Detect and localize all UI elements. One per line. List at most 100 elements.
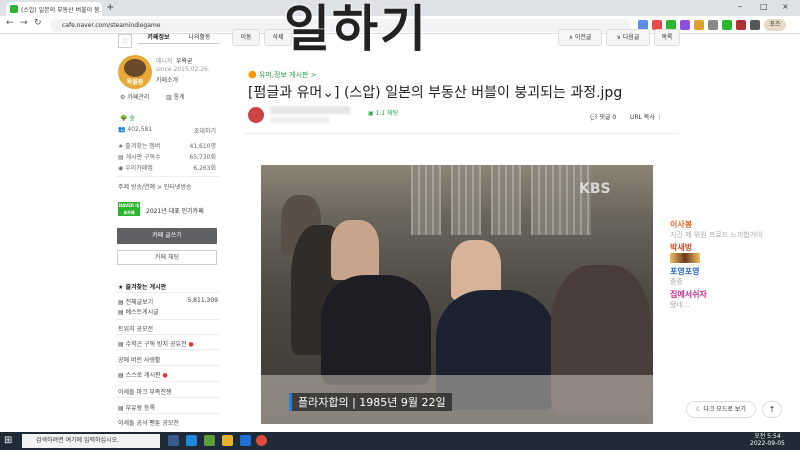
taskbar-search-input[interactable]: 검색하려면 여기에 입력하십시오.: [22, 434, 160, 448]
broadcaster-watermark: KBS: [579, 181, 611, 197]
url-copy-button[interactable]: URL 복사 ⋮: [630, 112, 663, 121]
level-badge: 🌳 숲: [120, 115, 135, 122]
list-button[interactable]: 목록: [654, 29, 680, 46]
sidebar-section[interactable]: 이세돌 마크 부족전쟁: [118, 387, 218, 396]
stats-link[interactable]: ▥ 통계: [166, 92, 185, 101]
clock-date: 2022-09-05: [750, 440, 785, 447]
board-sub-row: ▤ 게시판 구독수 65,730회: [118, 154, 216, 161]
next-post-button[interactable]: ∨ 다음글: [606, 29, 650, 46]
window-background: [531, 165, 591, 235]
sidebar-tabs: 카페정보 나의활동: [138, 30, 220, 44]
sidebar-section[interactable]: 트위치 공모전: [118, 324, 218, 333]
url-copy-label: URL 복사: [630, 114, 655, 121]
divider: [116, 176, 220, 177]
vscode-icon[interactable]: [240, 435, 251, 446]
favorite-count: 41,610명: [189, 143, 216, 150]
chat-icon: ▣: [368, 110, 374, 117]
cafe-chat-button[interactable]: 카페 채팅: [117, 250, 217, 265]
members-count: 402,581: [127, 126, 153, 133]
overlay-title: 일하기: [284, 0, 428, 58]
chart-icon: ▥: [166, 94, 172, 101]
board-breadcrumb[interactable]: 🟠 유머,정보 게시판 >: [248, 70, 317, 80]
tab-title: (스압) 일본의 부동산 버블이 붕...: [21, 6, 102, 14]
sidebar-section[interactable]: ▤ 수학곤 구독 방지 공유전 ●: [118, 339, 218, 348]
star-icon[interactable]: ☆: [118, 34, 132, 48]
minecraft-icon[interactable]: [204, 435, 215, 446]
new-badge-icon: ●: [162, 372, 168, 379]
sidebar-section[interactable]: 이세돌 공식 팬툰 공모전: [118, 418, 218, 427]
browser-tab[interactable]: (스압) 일본의 부동산 버블이 붕... ×: [6, 2, 102, 16]
divider: [116, 349, 220, 350]
board-link-label: 유머,정보 게시판 >: [258, 71, 317, 79]
invite-link[interactable]: 초대하기: [194, 126, 216, 135]
edge-icon[interactable]: [186, 435, 197, 446]
move-button[interactable]: 이동: [232, 29, 260, 46]
file-explorer-icon[interactable]: [222, 435, 233, 446]
divider: [116, 397, 220, 398]
extension-icon[interactable]: [736, 20, 746, 30]
section-title: 부유왕 등록: [125, 405, 156, 412]
comments-label: 댓글: [599, 114, 611, 121]
one-to-one-chat-link[interactable]: ▣ 1:1 채팅: [368, 108, 398, 117]
tab-cafe-info[interactable]: 카페정보: [138, 32, 179, 41]
app-members-row: ◉ 우리카페앱 6,263회: [118, 165, 216, 172]
menu-item-all[interactable]: ▤ 전체글보기 5,811,309: [118, 297, 218, 306]
puzzle-icon[interactable]: [750, 20, 760, 30]
board-sub-label: 게시판 구독수: [125, 154, 161, 161]
extension-icon[interactable]: [708, 20, 718, 30]
tab-my-activity[interactable]: 나의활동: [179, 32, 220, 41]
person-figure: [331, 220, 379, 280]
chrome-icon[interactable]: [256, 435, 267, 446]
person-figure: [321, 275, 431, 385]
divider: [244, 133, 678, 134]
cafe-tags[interactable]: 주제 방송/연예 > 인터넷방송: [118, 182, 192, 191]
cafe-logo: 왁물원: [118, 55, 152, 89]
comments-count: 0: [612, 114, 617, 121]
maximize-button[interactable]: □: [760, 2, 768, 11]
since-date: since 2015.02.26.: [156, 66, 210, 73]
new-tab-button[interactable]: +: [106, 2, 114, 13]
video-caption: 플라자합의 | 1985년 9월 22일: [289, 393, 452, 411]
cafe-logo-text: 왁물원: [126, 79, 144, 86]
sidebar-section[interactable]: 공에 버린 사생활: [118, 355, 218, 364]
clock-time: 오전 5:54: [754, 433, 781, 440]
reload-icon[interactable]: ↻: [34, 18, 42, 28]
extension-icon[interactable]: [722, 20, 732, 30]
chat-message: 됐네...: [670, 301, 690, 309]
favorite-members-row: ★ 즐겨찾는 멤버 41,610명: [118, 143, 216, 150]
windows-start-icon[interactable]: ⊞: [4, 435, 12, 446]
app-members-count: 6,263회: [193, 165, 216, 172]
extension-icon[interactable]: [694, 20, 704, 30]
dark-mode-button[interactable]: ☾ 다크 모드로 보기: [686, 401, 756, 418]
fav-boards-label: 즐겨찾는 게시판: [125, 284, 167, 291]
taskbar-clock[interactable]: 오전 5:54 2022-09-05: [750, 433, 785, 447]
sidebar-section[interactable]: ▤ 부유왕 등록: [118, 403, 218, 412]
app-members-label: 우리카페앱: [125, 165, 153, 172]
divider: [116, 365, 220, 366]
profile-button[interactable]: 포즈: [764, 19, 786, 31]
close-window-button[interactable]: ×: [782, 2, 789, 11]
task-view-icon[interactable]: [168, 435, 179, 446]
prev-post-button[interactable]: ∧ 이전글: [558, 29, 602, 46]
admin-link[interactable]: ⚙ 카페관리: [120, 92, 149, 101]
new-badge-icon: ●: [188, 341, 194, 348]
menu-item-best[interactable]: ▤ 베스트게시글: [118, 307, 218, 316]
forward-icon[interactable]: →: [20, 18, 28, 28]
scroll-top-button[interactable]: ↑: [762, 401, 782, 418]
article-image[interactable]: KBS 플라자합의 | 1985년 9월 22일: [261, 165, 653, 424]
avatar[interactable]: [248, 107, 264, 123]
more-icon[interactable]: ⋮: [657, 114, 663, 121]
write-post-button[interactable]: 카페 글쓰기: [117, 228, 217, 244]
back-icon[interactable]: ←: [6, 18, 14, 28]
minimize-button[interactable]: –: [738, 2, 742, 11]
members-row: 👥 402,581 초대하기: [118, 126, 216, 135]
manager-name[interactable]: 우왁굳: [176, 56, 193, 65]
sidebar-section[interactable]: ▤ 스스로 게시판 ●: [118, 370, 218, 379]
comments-link[interactable]: 💬 댓글 0: [590, 112, 616, 121]
window-background: [491, 165, 521, 235]
board-icon: 🟠: [248, 71, 257, 79]
author-name-blurred: [270, 106, 350, 114]
gear-icon: ⚙: [120, 94, 126, 101]
cafe-intro-link[interactable]: 카페소개: [156, 75, 178, 84]
comment-icon: 💬: [590, 114, 598, 121]
